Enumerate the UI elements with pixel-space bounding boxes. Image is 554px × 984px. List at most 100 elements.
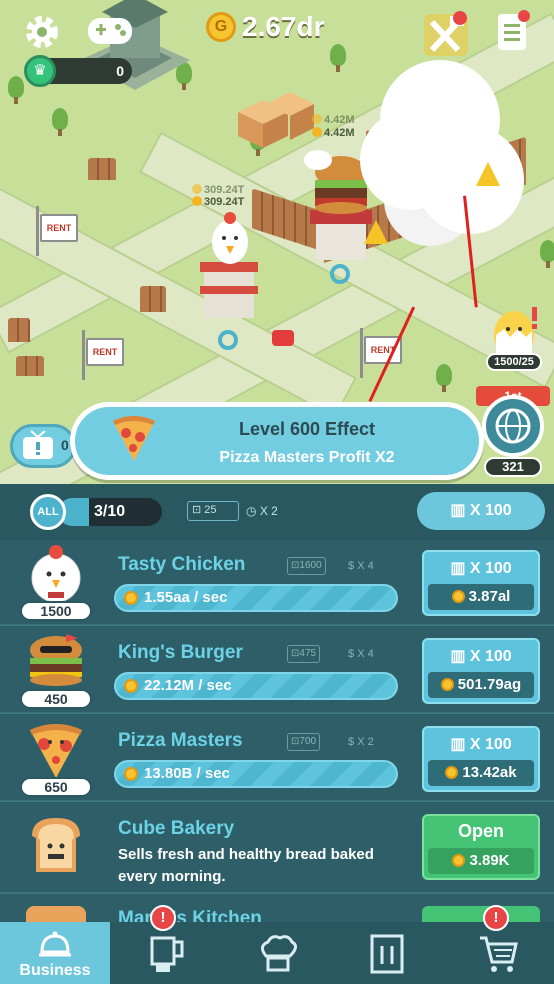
burger-icon [30,634,82,686]
next-level-tag: ⊡475 [287,645,321,663]
kings-burger-building[interactable] [296,150,386,280]
construction-smoke [304,150,332,170]
pizza-icon [30,724,82,778]
next-level-req: 475 [299,648,317,659]
unlock-progress: 3/10 [58,498,162,526]
business-name: Cube Bakery [118,818,235,839]
tab-menu[interactable] [330,922,440,984]
notification-badge: ! [483,905,509,931]
tree [330,44,346,72]
timer-multiplier: ◷ X 2 [246,501,278,521]
upgrade-button[interactable]: ▥ X 100 3.87al [422,550,540,616]
income-rate: 13.80B / sec [144,765,230,782]
upgrade-button[interactable]: ▥ X 100 13.42ak [422,726,540,792]
all-filter-button[interactable]: ALL [30,494,66,530]
crown-icon: ♛ [24,55,56,87]
blender-icon [150,936,184,972]
coin-icon [124,767,138,781]
notification-badge: ! [150,905,176,931]
target-ring-icon[interactable] [218,330,238,350]
bottom-tab-bar: Business ! ! [0,905,554,984]
crown-count: 0 [116,63,124,79]
tasty-chicken-building[interactable] [190,206,270,326]
tab-blender[interactable]: ! [110,905,220,984]
open-business-button[interactable]: Open 3.89K [422,814,540,880]
income-bar: 22.12M / sec [114,672,398,700]
tab-label: Business [19,962,91,979]
crown-bar[interactable]: ♛ 0 [24,55,132,87]
next-level-req: 700 [299,736,317,747]
globe-rank-button[interactable] [482,395,544,457]
money-bag-icon: $ [348,560,358,572]
tree [8,76,24,104]
hammer-wrench-icon[interactable] [420,10,472,60]
egg-count: 1500/25 [486,353,542,371]
business-row-kings-burger[interactable]: 450 King's Burger ⊡475 $ X 4 22.12M / se… [0,628,554,714]
money-bag-multiplier: $ X 4 [348,645,374,663]
income-rate: 22.12M / sec [144,677,232,694]
coin-icon [124,679,138,693]
profit-label: 4.42M [312,114,355,126]
gear-icon[interactable] [22,12,62,52]
business-row-cube-bakery[interactable]: Cube Bakery Sells fresh and healthy brea… [0,804,554,894]
notepad-icon[interactable] [494,8,532,54]
next-level-req: 1600 [299,560,322,571]
lock-count-tag: ⊡ 25 [187,501,239,521]
rent-sign[interactable]: RENT [82,330,124,380]
level-effect-banner[interactable]: Level 600 Effect Pizza Masters Profit X2 [70,402,484,480]
tree [52,108,68,136]
upgrade-button[interactable]: ▥ X 100 501.79ag [422,638,540,704]
upgrade-label: ▥ X 100 [450,560,512,577]
tree [540,240,554,268]
gamepad-icon[interactable] [86,14,134,48]
income-bar: 1.55aa / sec [114,584,398,612]
storage-boxes [238,92,314,148]
globe-icon [495,408,531,444]
cloche-icon [39,931,71,957]
coin-icon [445,766,459,779]
business-level: 1500 [20,601,92,621]
business-row-tasty-chicken[interactable]: 1500 Tasty Chicken ⊡1600 $ X 4 1.55aa / … [0,540,554,626]
multiplier-text: X 2 [357,736,374,748]
game-screen: RENT RENT RENT 309.24T 309.24T 4.42M 4.4… [0,0,554,984]
money-bag-multiplier: $ X 2 [348,733,374,751]
tab-business[interactable]: Business [0,922,110,984]
coin-icon [451,590,465,603]
bulk-buy-label: X 100 [469,502,512,519]
profit-label: 4.42M [312,127,355,139]
money-bag-icon: $ [348,736,358,748]
tab-shop[interactable]: ! [440,905,550,984]
next-level-tag: ⊡1600 [287,557,326,575]
fence [88,158,116,180]
multiplier-text: X 4 [357,648,374,660]
business-row-pizza-masters[interactable]: 650 Pizza Masters ⊡700 $ X 2 13.80B / se… [0,716,554,802]
open-label: Open [457,821,504,841]
target-ring-icon[interactable] [330,264,350,284]
rent-sign[interactable]: RENT [36,206,78,256]
open-cost: 3.89K [428,848,534,874]
business-panel: 3/10 ALL ⊡ 25 ◷ X 2 ▥ X 100 1500 Tasty C… [0,484,554,936]
business-description: Sells fresh and healthy bread baked ever… [118,846,374,885]
clock-icon: ◷ [246,504,260,518]
chef-hat-icon [261,935,297,972]
timer-mult-text: X 2 [259,504,278,518]
coin-icon [124,591,138,605]
business-level: 450 [20,689,92,709]
tv-ad-button[interactable]: 0 [10,424,76,468]
tv-count: 0 [61,437,69,453]
money-bag-icon: $ [348,648,358,660]
chicken-icon [31,545,81,603]
building-icon: ▥ [450,736,470,753]
building-icon: ▥ [450,648,470,665]
lock-icon: ⊡ [192,504,205,516]
multiplier-text: X 4 [357,560,374,572]
bread-icon [32,818,80,872]
bulk-buy-toggle[interactable]: ▥ X 100 [417,492,545,530]
tab-chef[interactable] [220,922,330,984]
money-bag-multiplier: $ X 4 [348,557,374,575]
building-icon: ▥ [450,502,470,519]
city-map[interactable]: RENT RENT RENT 309.24T 309.24T 4.42M 4.4… [0,0,554,484]
construction-smoke [380,60,500,180]
car-icon [272,330,294,346]
progress-text: 3/10 [94,503,126,520]
